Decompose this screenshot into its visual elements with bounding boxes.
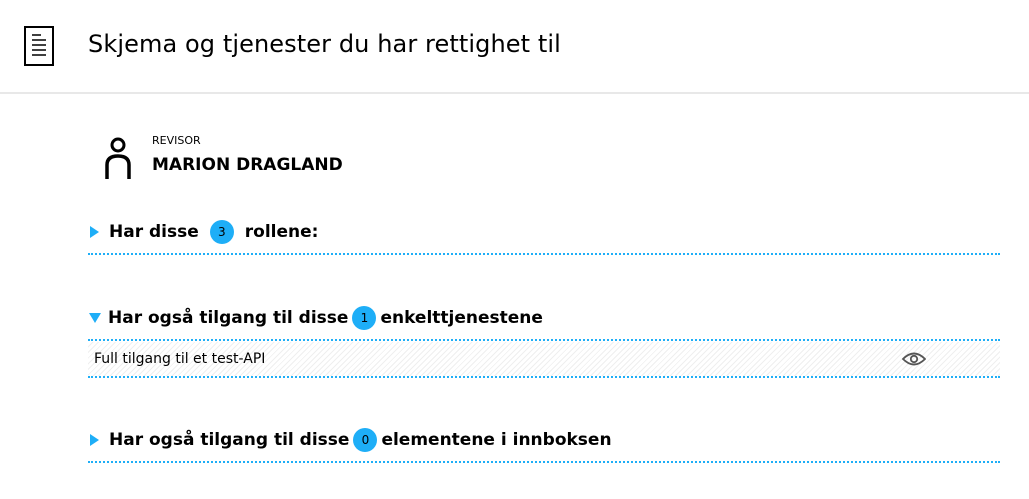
section-roles-suffix: rollene: bbox=[244, 222, 319, 242]
section-roles: Har disse 3 rollene: bbox=[88, 217, 1000, 255]
section-roles-toggle[interactable]: Har disse 3 rollene: bbox=[88, 217, 1000, 247]
section-divider bbox=[88, 461, 1000, 463]
person-role: REVISOR bbox=[152, 134, 201, 147]
expand-arrow-icon bbox=[90, 226, 99, 238]
service-label: Full tilgang til et test-API bbox=[94, 351, 266, 367]
expand-arrow-icon bbox=[90, 434, 99, 446]
eye-icon[interactable] bbox=[902, 351, 926, 367]
count-badge: 1 bbox=[352, 306, 377, 330]
section-roles-prefix: Har disse bbox=[109, 222, 199, 242]
section-divider bbox=[88, 339, 1000, 341]
section-divider bbox=[88, 253, 1000, 255]
page-title: Skjema og tjenester du har rettighet til bbox=[88, 30, 561, 58]
section-inbox: Har også tilgang til disse 0 elementene … bbox=[88, 425, 1000, 463]
list-item[interactable]: Full tilgang til et test-API bbox=[88, 342, 1000, 376]
section-divider bbox=[88, 376, 1000, 378]
count-badge: 3 bbox=[209, 220, 234, 244]
section-services-toggle[interactable]: Har også tilgang til disse 1 enkelttjene… bbox=[88, 303, 1000, 333]
section-inbox-prefix: Har også tilgang til disse bbox=[109, 430, 350, 450]
collapse-arrow-icon bbox=[89, 313, 101, 323]
section-services-suffix: enkelttjenestene bbox=[380, 308, 543, 328]
person-name: MARION DRAGLAND bbox=[152, 155, 343, 175]
section-services-prefix: Har også tilgang til disse bbox=[108, 308, 349, 328]
section-inbox-suffix: elementene i innboksen bbox=[381, 430, 612, 450]
page-header: Skjema og tjenester du har rettighet til bbox=[0, 0, 1029, 94]
document-icon bbox=[24, 26, 54, 66]
section-inbox-toggle[interactable]: Har også tilgang til disse 0 elementene … bbox=[88, 425, 1000, 455]
person-icon bbox=[105, 137, 131, 179]
count-badge: 0 bbox=[353, 428, 378, 452]
section-services: Har også tilgang til disse 1 enkelttjene… bbox=[88, 303, 1000, 378]
